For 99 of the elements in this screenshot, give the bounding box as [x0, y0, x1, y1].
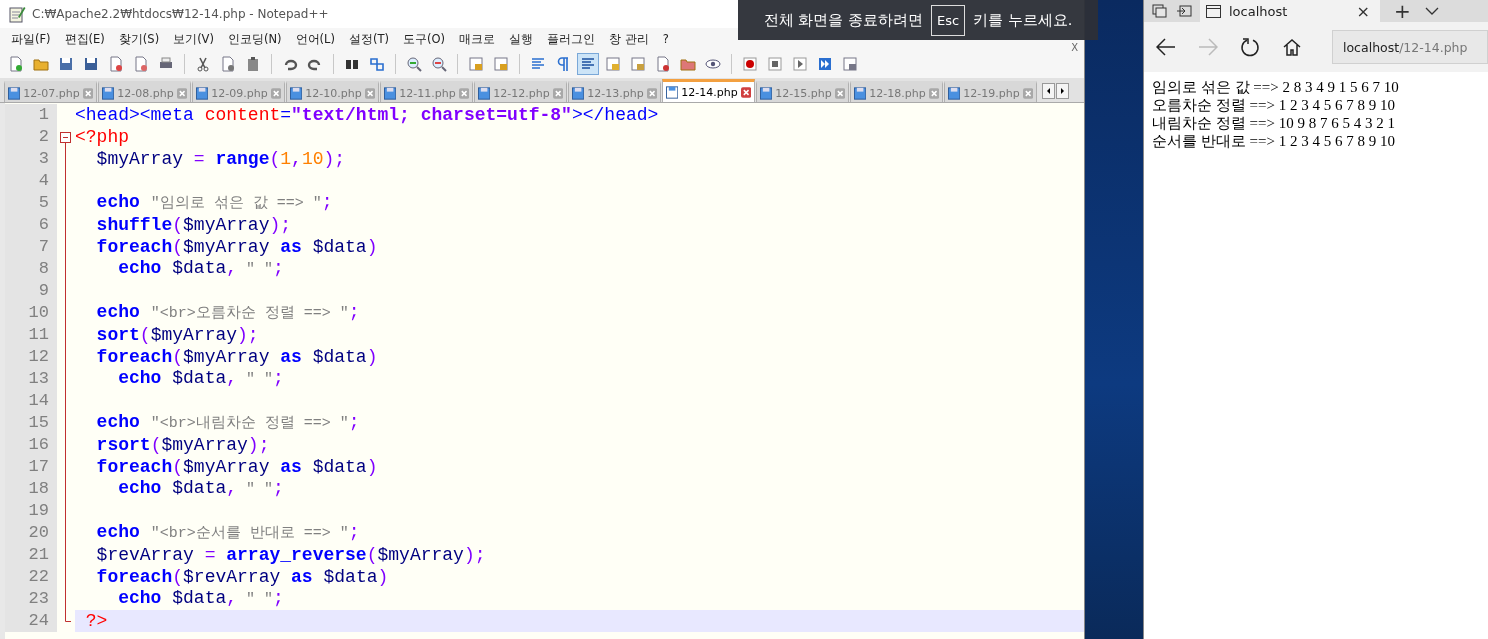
- output-text: 임의로 섞은 값 ==> 2 8 3 4 9 1 5 6 7 10: [1152, 78, 1400, 96]
- output-text: 내림차순 정렬 ==> 10 9 8 7 6 5 4 3 2 1: [1152, 114, 1396, 132]
- code-line: foreach($revArray as $data): [95, 566, 389, 588]
- menu-item[interactable]: 실행: [501, 31, 540, 47]
- indent-guide-icon[interactable]: [578, 54, 598, 74]
- esc-key: Esc: [930, 4, 966, 36]
- close-icon[interactable]: [834, 87, 845, 99]
- code-line: echo $data, " ";: [117, 257, 284, 280]
- menu-item[interactable]: 설정(T): [341, 31, 396, 47]
- close-document-button[interactable]: X: [1071, 42, 1078, 53]
- close-tab-button[interactable]: ×: [1356, 1, 1370, 21]
- output-text: 순서를 반대로 ==> 1 2 3 4 5 6 7 8 9 10: [1152, 132, 1396, 150]
- close-icon[interactable]: [458, 87, 469, 99]
- code-line: echo "임의로 섞은 값 ==> ";: [95, 191, 333, 214]
- home-icon[interactable]: [1282, 38, 1302, 56]
- code-line: shuffle($myArray);: [95, 214, 292, 236]
- zoom-in-icon[interactable]: [404, 54, 424, 74]
- refresh-icon[interactable]: [1240, 37, 1260, 57]
- line-number: 4: [5, 170, 57, 192]
- code-line: ?>: [84, 610, 108, 632]
- stop-icon[interactable]: [765, 54, 785, 74]
- notice-text: 전체 화면을 종료하려면: [763, 10, 923, 30]
- line-number: 1: [5, 104, 57, 126]
- file-tab[interactable]: 12-14.php: [662, 79, 755, 102]
- line-number: 9: [5, 280, 57, 302]
- notepad-icon: [8, 5, 26, 23]
- code-line: echo $data, " ";: [117, 367, 284, 390]
- line-number: 15: [5, 412, 57, 434]
- code-line: echo $data, " ";: [117, 477, 284, 500]
- close-icon[interactable]: [646, 87, 657, 99]
- code-line: echo $data, " ";: [117, 587, 284, 610]
- line-number: 16: [5, 434, 57, 456]
- menu-item[interactable]: 매크로: [451, 31, 502, 47]
- line-number: 13: [5, 368, 57, 390]
- line-number: 5: [5, 192, 57, 214]
- code-line: rsort($myArray);: [95, 434, 270, 456]
- menu-item[interactable]: 언어(L): [288, 31, 342, 47]
- line-number: 8: [5, 258, 57, 280]
- line-number: 14: [5, 390, 57, 412]
- line-number: 19: [5, 500, 57, 522]
- menu-item[interactable]: 보기(V): [166, 31, 221, 47]
- zoom-out-icon[interactable]: [429, 54, 449, 74]
- output-text: 오름차순 정렬 ==> 1 2 3 4 5 6 7 8 9 10: [1152, 96, 1396, 114]
- play-icon[interactable]: [790, 54, 810, 74]
- line-number: 17: [5, 456, 57, 478]
- menu-item[interactable]: 플러그인: [539, 31, 602, 47]
- scroll-left-button[interactable]: [1042, 83, 1055, 99]
- chevron-down-icon[interactable]: [1424, 7, 1439, 15]
- back-icon[interactable]: [1156, 38, 1176, 56]
- close-icon[interactable]: [1022, 87, 1033, 99]
- browser-tab[interactable]: localhost ×: [1200, 0, 1380, 22]
- line-number: 22: [5, 566, 57, 588]
- line-number: 6: [5, 214, 57, 236]
- line-number: 7: [5, 236, 57, 258]
- menu-item[interactable]: 찾기(S): [111, 31, 167, 47]
- close-icon[interactable]: [552, 87, 563, 99]
- code-line: $myArray = range(1,10);: [95, 148, 346, 170]
- code-line: <head><meta content="text/html; charset=utf-8"></head>: [75, 104, 659, 126]
- menu-item[interactable]: 편집(E): [57, 31, 112, 47]
- line-number: 11: [5, 324, 57, 346]
- line-number: 20: [5, 522, 57, 544]
- line-number: 21: [5, 544, 57, 566]
- window-title: C:₩Apache2.2₩htdocs₩12-14.php - Notepad++: [32, 7, 329, 21]
- close-icon[interactable]: [928, 87, 939, 99]
- code-line: $revArray = array_reverse($myArray);: [95, 544, 486, 566]
- close-icon[interactable]: [270, 87, 281, 99]
- code-line: <?php: [75, 126, 129, 148]
- menu-item[interactable]: 창 관리: [601, 31, 656, 47]
- close-icon[interactable]: [364, 87, 375, 99]
- code-line: foreach($myArray as $data): [95, 456, 378, 478]
- line-number: 23: [5, 588, 57, 610]
- tab-stack-icon[interactable]: [1152, 4, 1168, 18]
- line-number: 3: [5, 148, 57, 170]
- fold-end-icon: [65, 610, 71, 622]
- scroll-right-button[interactable]: [1056, 83, 1069, 99]
- new-tab-button[interactable]: +: [1394, 1, 1411, 21]
- notice-text: 키를 누르세요.: [973, 10, 1073, 30]
- close-icon[interactable]: [176, 87, 187, 99]
- code-line: echo "<br>내림차순 정렬 ==> ";: [95, 411, 360, 434]
- set-aside-tabs-icon[interactable]: [1176, 4, 1192, 18]
- code-line: foreach($myArray as $data): [95, 346, 378, 368]
- line-number: 12: [5, 346, 57, 368]
- menu-item[interactable]: 인코딩(N): [220, 31, 289, 47]
- line-number: 24: [5, 610, 57, 632]
- menu-item[interactable]: 도구(O): [395, 31, 452, 47]
- line-number: 10: [5, 302, 57, 324]
- menu-item[interactable]: 파일(F): [4, 31, 58, 47]
- address-bar[interactable]: localhost/12-14.php: [1332, 30, 1488, 64]
- code-line: sort($myArray);: [95, 324, 259, 346]
- code-line: echo "<br>순서를 반대로 ==> ";: [95, 521, 360, 544]
- line-number: 2: [5, 126, 57, 148]
- menu-item[interactable]: ?: [655, 32, 676, 46]
- record-icon[interactable]: [740, 54, 760, 74]
- page-icon: [1206, 4, 1221, 18]
- close-icon[interactable]: [740, 86, 751, 98]
- line-number: 18: [5, 478, 57, 500]
- code-line: echo "<br>오름차순 정렬 ==> ";: [95, 301, 360, 324]
- close-icon[interactable]: [82, 87, 93, 99]
- code-line: foreach($myArray as $data): [95, 236, 378, 258]
